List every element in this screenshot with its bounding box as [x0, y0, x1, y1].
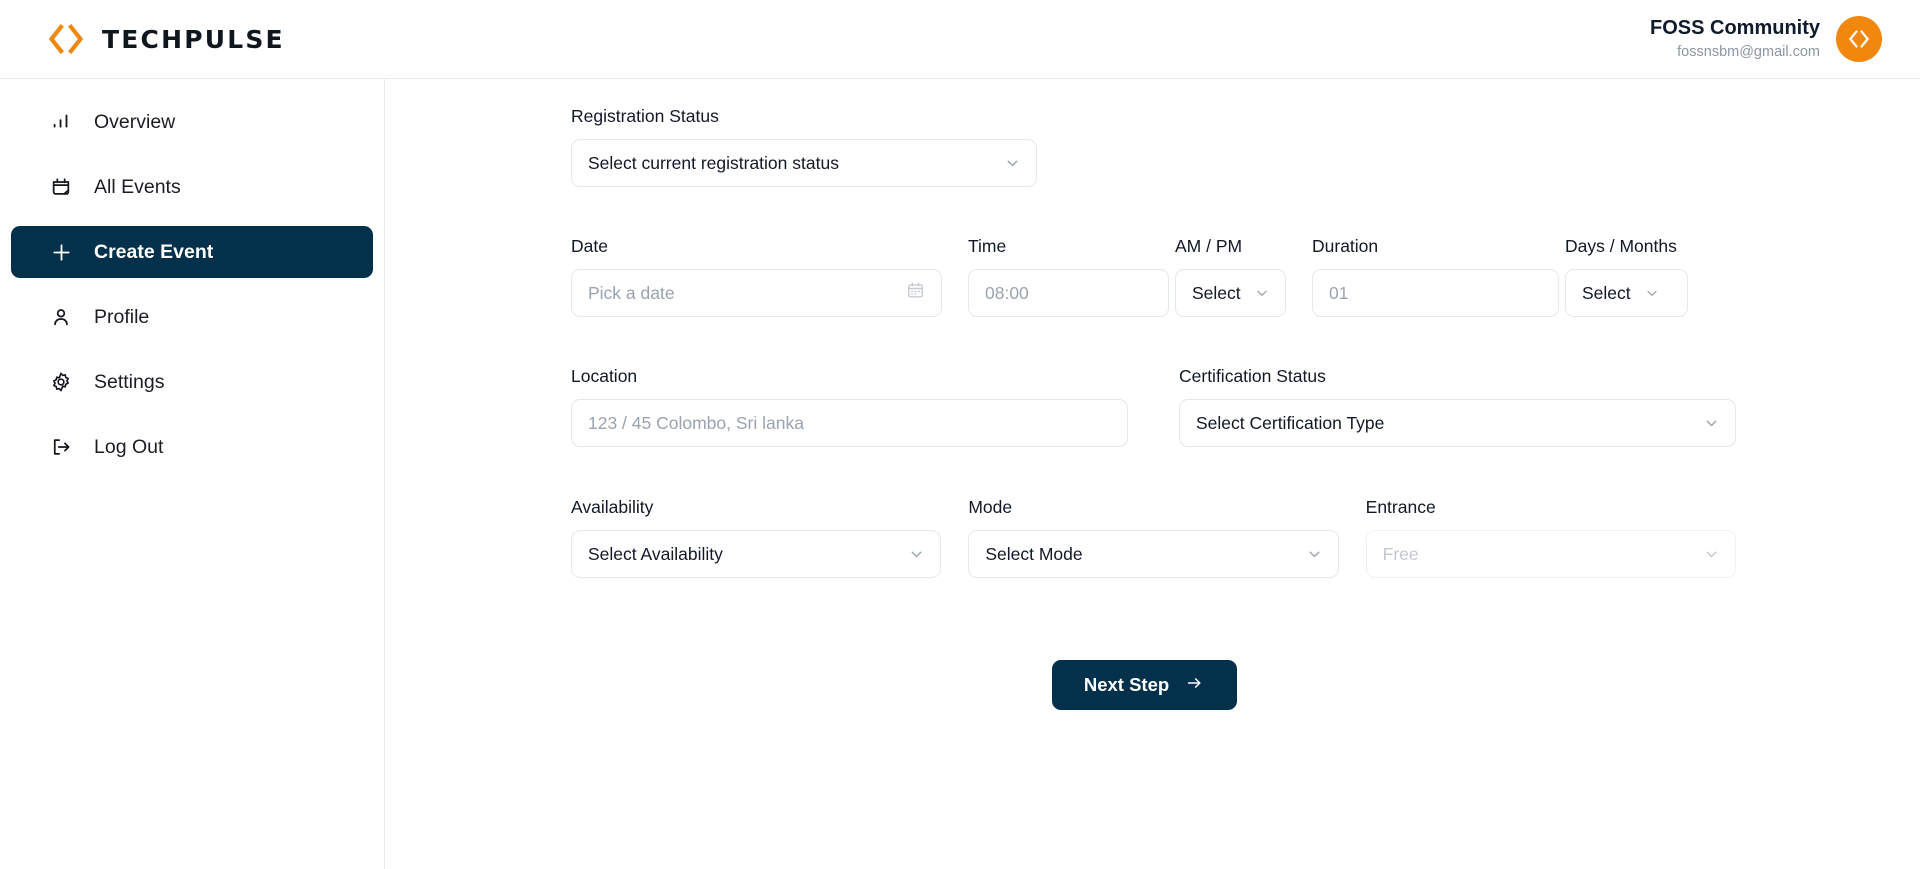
plus-icon	[49, 240, 73, 264]
field-registration-status: Registration Status Select current regis…	[571, 106, 1736, 187]
registration-status-value: Select current registration status	[588, 152, 839, 173]
date-input[interactable]: Pick a date	[571, 269, 942, 317]
chevron-down-icon	[1254, 285, 1270, 301]
user-name: FOSS Community	[1649, 17, 1820, 40]
registration-status-select[interactable]: Select current registration status	[571, 139, 1037, 187]
form-actions: Next Step	[571, 660, 1736, 710]
entrance-value: Free	[1382, 543, 1419, 564]
chevron-down-icon	[1703, 546, 1720, 563]
duration-label: Duration	[1312, 236, 1379, 256]
field-days-months: Days / Months Select	[1565, 236, 1688, 317]
location-label: Location	[571, 366, 638, 386]
sidebar-item-create-event[interactable]: Create Event	[11, 226, 373, 278]
calendar-icon	[49, 175, 73, 199]
time-placeholder: 08:00	[985, 282, 1029, 303]
days-months-select[interactable]: Select	[1565, 269, 1688, 317]
certification-status-select[interactable]: Select Certification Type	[1179, 399, 1736, 447]
chevron-down-icon	[1004, 155, 1021, 172]
user-account[interactable]: FOSS Community fossnsbm@gmail.com	[1650, 16, 1882, 62]
chevron-down-icon	[1306, 546, 1323, 563]
field-duration: Duration 01	[1312, 236, 1559, 317]
app-header: TECHPULSE FOSS Community fossnsbm@gmail.…	[0, 0, 1920, 79]
sidebar: Overview All Events Create Event Profile	[0, 79, 385, 869]
field-location: Location 123 / 45 Colombo, Sri lanka	[571, 366, 1128, 447]
sidebar-item-label: Overview	[94, 110, 176, 133]
gear-icon	[49, 370, 73, 394]
time-label: Time	[968, 236, 1007, 256]
next-step-label: Next Step	[1083, 674, 1170, 695]
registration-status-label: Registration Status	[571, 106, 719, 126]
availability-value: Select Availability	[588, 543, 723, 564]
availability-label: Availability	[571, 497, 654, 517]
sidebar-item-label: All Events	[94, 175, 181, 198]
avatar[interactable]	[1836, 16, 1882, 62]
mode-label: Mode	[968, 497, 1013, 517]
availability-select[interactable]: Select Availability	[571, 530, 942, 578]
user-info: FOSS Community fossnsbm@gmail.com	[1650, 16, 1820, 61]
sidebar-item-all-events[interactable]: All Events	[11, 161, 373, 213]
location-placeholder: 123 / 45 Colombo, Sri lanka	[588, 412, 804, 433]
field-entrance: Entrance Free	[1365, 497, 1736, 578]
sidebar-item-log-out[interactable]: Log Out	[11, 421, 373, 473]
chevron-down-icon	[1703, 415, 1720, 432]
bar-chart-icon	[49, 110, 73, 134]
certification-status-label: Certification Status	[1179, 366, 1326, 386]
field-date: Date Pick a date	[571, 236, 942, 317]
sidebar-item-label: Settings	[94, 370, 165, 393]
field-certification-status: Certification Status Select Certificatio…	[1179, 366, 1736, 447]
duration-placeholder: 01	[1329, 282, 1349, 303]
sidebar-item-settings[interactable]: Settings	[11, 356, 373, 408]
brand-name: TECHPULSE	[102, 24, 285, 54]
chevron-down-icon	[1644, 285, 1660, 301]
calendar-icon[interactable]	[906, 281, 925, 305]
sidebar-item-profile[interactable]: Profile	[11, 291, 373, 343]
duration-input[interactable]: 01	[1312, 269, 1559, 317]
user-icon	[49, 305, 73, 329]
mode-select[interactable]: Select Mode	[968, 530, 1339, 578]
sidebar-item-label: Log Out	[94, 435, 164, 458]
am-pm-value: Select	[1192, 282, 1241, 303]
am-pm-label: AM / PM	[1175, 236, 1243, 256]
time-input[interactable]: 08:00	[968, 269, 1169, 317]
location-input[interactable]: 123 / 45 Colombo, Sri lanka	[571, 399, 1128, 447]
arrow-right-icon	[1184, 674, 1205, 697]
brand-logo[interactable]: TECHPULSE	[48, 23, 285, 55]
next-step-button[interactable]: Next Step	[1051, 660, 1238, 710]
user-email: fossnsbm@gmail.com	[1677, 44, 1820, 61]
chevron-down-icon	[908, 546, 925, 563]
code-brackets-icon	[1848, 30, 1870, 48]
sidebar-item-label: Profile	[94, 305, 150, 328]
create-event-form: Registration Status Select current regis…	[386, 79, 1920, 869]
field-mode: Mode Select Mode	[968, 497, 1339, 578]
mode-value: Select Mode	[985, 543, 1083, 564]
am-pm-select[interactable]: Select	[1175, 269, 1286, 317]
sidebar-item-label: Create Event	[94, 240, 214, 263]
logout-icon	[49, 435, 73, 459]
date-placeholder: Pick a date	[588, 282, 675, 303]
field-am-pm: AM / PM Select	[1175, 236, 1286, 317]
date-label: Date	[571, 236, 608, 256]
code-brackets-icon	[48, 23, 84, 55]
entrance-label: Entrance	[1365, 497, 1436, 517]
sidebar-item-overview[interactable]: Overview	[11, 96, 373, 148]
field-time: Time 08:00	[968, 236, 1169, 317]
days-months-label: Days / Months	[1565, 236, 1677, 256]
certification-status-value: Select Certification Type	[1196, 412, 1385, 433]
field-availability: Availability Select Availability	[571, 497, 942, 578]
entrance-select[interactable]: Free	[1365, 530, 1736, 578]
days-months-value: Select	[1582, 282, 1631, 303]
